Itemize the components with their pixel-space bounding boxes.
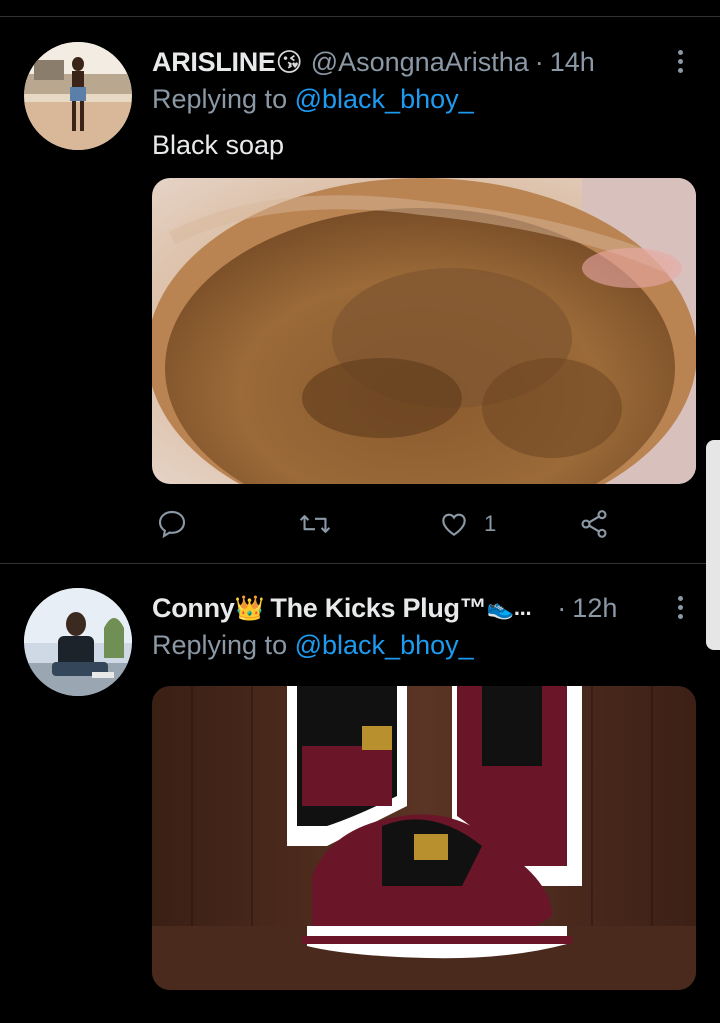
reply-icon (158, 510, 186, 539)
replying-handle-link[interactable]: @black_bhoy_ (295, 84, 474, 114)
top-divider (0, 16, 720, 17)
crown-emoji: 👑 (234, 594, 265, 622)
retweet-icon (299, 515, 331, 533)
like-button[interactable]: 1 (438, 504, 496, 544)
avatar-photo (24, 42, 132, 150)
display-name-suffix[interactable]: The Kicks Plug™ (270, 593, 486, 624)
name-truncation: ... (513, 595, 532, 620)
display-name[interactable]: ARISLINE (152, 47, 276, 78)
more-icon[interactable] (668, 46, 692, 76)
tweet-2[interactable]: Conny 👑 The Kicks Plug™ 👟 ... · 12h Repl… (0, 588, 720, 1023)
tweet-media-image[interactable] (152, 178, 696, 484)
replying-prefix: Replying to (152, 84, 288, 114)
like-count: 1 (484, 511, 497, 536)
separator: · (557, 592, 567, 623)
tweet-1[interactable]: ARISLINE 😘 @AsongnaAristha · 14h Replyin… (0, 42, 720, 562)
display-name[interactable]: Conny (152, 593, 235, 624)
reply-button[interactable] (156, 504, 188, 544)
tweet-header: ARISLINE 😘 @AsongnaAristha · 14h (152, 42, 595, 82)
sneaker-emoji: 👟 (486, 595, 514, 620)
tweet-header: Conny 👑 The Kicks Plug™ 👟 ... · 12h (152, 588, 617, 628)
share-button[interactable] (578, 504, 610, 544)
retweet-button[interactable] (298, 504, 332, 544)
tweet-actions: 1 (152, 504, 672, 544)
like-icon (442, 513, 466, 536)
tweet-text: Black soap (152, 130, 285, 160)
avatar[interactable] (24, 588, 132, 696)
replying-to: Replying to @black_bhoy_ (152, 84, 474, 115)
replying-prefix: Replying to (152, 630, 288, 660)
timestamp[interactable]: 14h (550, 47, 595, 78)
tweet-divider (0, 563, 720, 564)
timestamp[interactable]: 12h (572, 593, 617, 624)
user-handle[interactable]: @AsongnaAristha (311, 47, 529, 78)
avatar-photo (24, 588, 132, 696)
share-icon (581, 510, 607, 538)
scrollbar-thumb[interactable] (706, 440, 720, 650)
more-icon[interactable] (668, 592, 692, 622)
replying-to: Replying to @black_bhoy_ (152, 630, 474, 661)
tweet-media-image[interactable] (152, 686, 696, 990)
kiss-emoji: 😘 (275, 46, 303, 77)
separator: · (534, 46, 544, 77)
avatar[interactable] (24, 42, 132, 150)
replying-handle-link[interactable]: @black_bhoy_ (295, 630, 474, 660)
